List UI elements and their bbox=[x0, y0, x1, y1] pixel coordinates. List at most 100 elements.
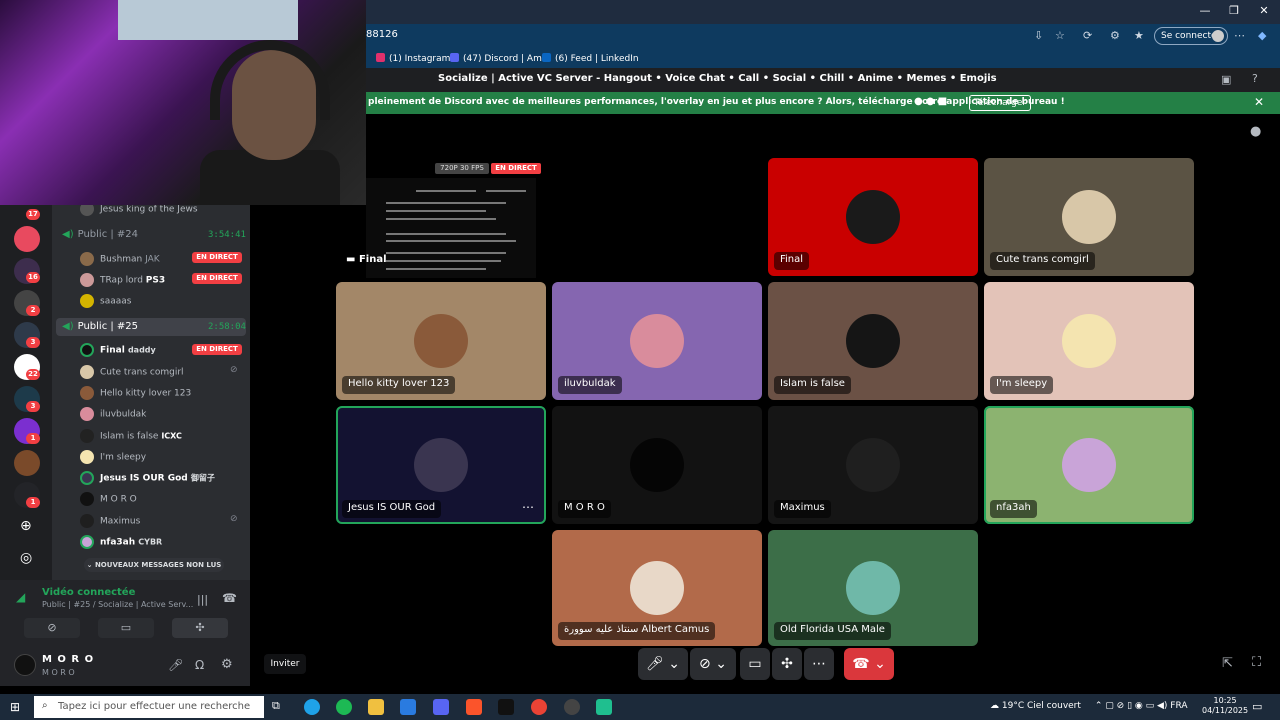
voice-user[interactable]: Islam is false ICXC bbox=[80, 429, 182, 447]
participant-tile[interactable]: nfa3ah bbox=[984, 406, 1194, 524]
participant-tile[interactable]: Islam is false bbox=[768, 282, 978, 400]
chrome-icon[interactable] bbox=[531, 699, 547, 715]
add-server-icon[interactable]: ⊕ bbox=[20, 518, 32, 534]
tray-icons[interactable]: ⌃ ▢ ⊘ ▯ ◉ ▭ ◀) bbox=[1095, 701, 1170, 711]
share-screen-button[interactable]: ▭ bbox=[740, 648, 770, 680]
username[interactable]: M O R O bbox=[42, 654, 94, 665]
taskbar-search[interactable]: ⌕ Tapez ici pour effectuer une recherche bbox=[34, 696, 264, 718]
server-icon[interactable] bbox=[14, 450, 40, 476]
voice-user[interactable]: iluvbuldak bbox=[80, 407, 146, 425]
notifications-icon[interactable]: ▭ bbox=[1252, 700, 1262, 713]
participant-tile[interactable]: Jesus IS OUR God bbox=[336, 406, 546, 524]
screen-share-button[interactable]: ▭ bbox=[98, 618, 154, 638]
copilot-icon[interactable]: ◆ bbox=[1258, 29, 1266, 42]
voice-user[interactable]: Final daddy bbox=[80, 343, 156, 361]
edge-icon[interactable] bbox=[304, 699, 320, 715]
weather-text[interactable]: 19°C Ciel couvert bbox=[1002, 701, 1081, 711]
close-icon[interactable]: ✕ bbox=[1255, 4, 1273, 17]
url-text[interactable]: 88126 bbox=[366, 29, 398, 40]
sign-in-button[interactable]: Se connecter bbox=[1154, 27, 1228, 45]
voice-user[interactable]: nfa3ah CYBR bbox=[80, 535, 162, 553]
voice-user[interactable]: M O R O bbox=[80, 492, 137, 510]
voice-user[interactable]: Hello kitty lover 123 bbox=[80, 386, 191, 404]
participant-tile[interactable]: I'm sleepy bbox=[984, 282, 1194, 400]
more-controls-icon[interactable]: ⋯ bbox=[804, 648, 834, 680]
participant-name-tag: Hello kitty lover 123 bbox=[342, 376, 456, 394]
camera-toggle[interactable]: ⊘ ⌄ bbox=[690, 648, 736, 680]
discord-taskbar-icon[interactable] bbox=[433, 699, 449, 715]
participant-tile[interactable]: M O R O bbox=[552, 406, 762, 524]
noise-suppression-icon[interactable]: ||| bbox=[197, 593, 208, 606]
participant-tile[interactable]: Cute trans comgirl bbox=[984, 158, 1194, 276]
pop-out-icon[interactable]: ⇱ bbox=[1222, 656, 1233, 671]
voice-user[interactable]: Maximus bbox=[80, 514, 140, 532]
bookmark-discord[interactable]: (47) Discord | Amis bbox=[450, 53, 549, 64]
voice-channel-25[interactable]: ◀) Public | #25 bbox=[62, 321, 138, 332]
language-indicator[interactable]: FRA bbox=[1170, 701, 1187, 711]
tiktok-icon[interactable] bbox=[498, 699, 514, 715]
speaker-icon: ◀) bbox=[62, 321, 74, 332]
camera-off-button[interactable]: ⊘ bbox=[24, 618, 80, 638]
spotify-icon[interactable] bbox=[336, 699, 352, 715]
extensions-icon[interactable]: ⚙ bbox=[1110, 29, 1120, 42]
favorites-icon[interactable]: ★ bbox=[1134, 29, 1144, 42]
bookmark-instagram[interactable]: (1) Instagram bbox=[376, 53, 450, 64]
voice-user[interactable]: Jesus IS OUR God 御留子 bbox=[80, 471, 215, 489]
obs-icon[interactable] bbox=[564, 699, 580, 715]
mute-toggle[interactable]: 🎤︎ ⌄ bbox=[638, 648, 688, 680]
task-view-icon[interactable]: ⧉ bbox=[272, 699, 288, 715]
mic-permission-icon[interactable]: ⇩ bbox=[1034, 29, 1043, 42]
search-icon: ⌕ bbox=[42, 700, 48, 711]
windows-start-icon[interactable]: ⊞ bbox=[10, 700, 20, 714]
brave-icon[interactable] bbox=[466, 699, 482, 715]
inbox-icon[interactable]: ▣ bbox=[1221, 73, 1231, 86]
participant-tile[interactable]: iluvbuldak bbox=[552, 282, 762, 400]
bookmark-label: (6) Feed | LinkedIn bbox=[555, 54, 639, 64]
minimize-icon[interactable]: — bbox=[1196, 4, 1214, 17]
avatar[interactable] bbox=[14, 654, 36, 676]
settings-gear-icon[interactable]: ⚙ bbox=[221, 657, 233, 672]
favorite-star-icon[interactable]: ☆ bbox=[1055, 29, 1065, 42]
headphones-icon[interactable]: Ω bbox=[195, 658, 204, 672]
disconnect-icon[interactable]: ☎ bbox=[222, 591, 237, 605]
chat-bubble-icon[interactable]: ● bbox=[1250, 124, 1261, 139]
hang-up-button[interactable]: ☎ ⌄ bbox=[844, 648, 894, 680]
store-icon[interactable] bbox=[400, 699, 416, 715]
more-menu-icon[interactable]: ⋯ bbox=[1234, 29, 1245, 42]
download-button[interactable]: Télécharger bbox=[969, 95, 1031, 111]
activities-control[interactable]: ✣ bbox=[772, 648, 802, 680]
voice-user[interactable]: saaaas bbox=[80, 294, 131, 312]
voice-channel-24[interactable]: ◀) Public | #24 bbox=[62, 229, 138, 240]
activities-button[interactable]: ✣ bbox=[172, 618, 228, 638]
new-messages-pill[interactable]: ⌄ NOUVEAUX MESSAGES NON LUS bbox=[84, 558, 224, 572]
refresh-icon[interactable]: ⟳ bbox=[1083, 29, 1092, 42]
voice-user[interactable]: Bushman JAK bbox=[80, 252, 160, 270]
more-options-icon[interactable]: ⋯ bbox=[522, 500, 534, 514]
restore-icon[interactable]: ❐ bbox=[1225, 4, 1243, 17]
voice-status-subtitle[interactable]: Public | #25 / Socialize | Active Serv..… bbox=[42, 600, 193, 609]
server-icon[interactable] bbox=[14, 226, 40, 252]
participant-tile[interactable]: سنتاذ علیه سوورة Albert Camus bbox=[552, 530, 762, 646]
banner-close-icon[interactable]: ✕ bbox=[1254, 95, 1264, 109]
participant-tile[interactable]: Old Florida USA Male bbox=[768, 530, 978, 646]
fullscreen-icon[interactable]: ⛶ bbox=[1252, 655, 1261, 670]
file-explorer-icon[interactable] bbox=[368, 699, 384, 715]
voice-user[interactable]: I'm sleepy bbox=[80, 450, 146, 468]
participant-tile[interactable]: Maximus bbox=[768, 406, 978, 524]
participant-tile[interactable]: Hello kitty lover 123 bbox=[336, 282, 546, 400]
bookmark-linkedin[interactable]: (6) Feed | LinkedIn bbox=[542, 53, 639, 64]
muted-icon: ⊘ bbox=[230, 514, 238, 524]
participant-tile[interactable]: Final bbox=[768, 158, 978, 276]
stream-preview[interactable] bbox=[366, 178, 536, 278]
voice-status-title[interactable]: Vidéo connectée bbox=[42, 587, 135, 598]
help-icon[interactable]: ? bbox=[1252, 72, 1258, 85]
instagram-icon bbox=[376, 53, 385, 62]
participant-name-tag: سنتاذ علیه سوورة Albert Camus bbox=[558, 622, 716, 640]
voice-user[interactable]: Cute trans comgirl bbox=[80, 365, 184, 383]
microphone-icon[interactable]: 🎤︎ bbox=[168, 658, 183, 672]
explore-icon[interactable]: ◎ bbox=[20, 550, 32, 566]
clock[interactable]: 10:25 04/11/2025 bbox=[1202, 696, 1248, 716]
participant-name-tag: nfa3ah bbox=[990, 500, 1037, 518]
voice-user[interactable]: TRap lord PS3 bbox=[80, 273, 165, 291]
app-icon[interactable] bbox=[596, 699, 612, 715]
